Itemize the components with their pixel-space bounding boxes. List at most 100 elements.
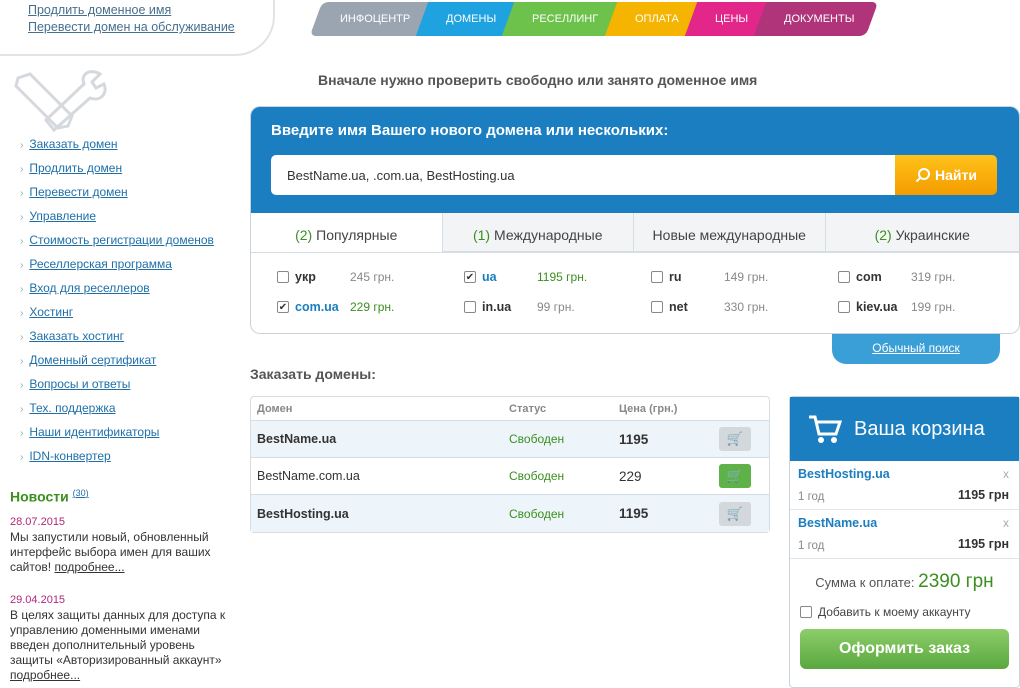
- zone-option[interactable]: net 330 грн.: [651, 300, 768, 314]
- checkbox-checked-icon[interactable]: ✔: [277, 301, 289, 313]
- sidebar-item-transfer-domain[interactable]: Перевести домен: [29, 185, 127, 199]
- news-count[interactable]: 30: [76, 488, 86, 498]
- zone-option[interactable]: kiev.ua 199 грн.: [838, 300, 955, 314]
- add-to-cart-button[interactable]: 🛒: [719, 427, 751, 451]
- zone-name: ua: [482, 270, 497, 284]
- sidebar-item-order-domain[interactable]: Заказать домен: [29, 137, 117, 151]
- row-status: Свободен: [509, 432, 565, 446]
- simple-search-link[interactable]: Обычный поиск: [872, 341, 960, 355]
- sidebar-item-registration-cost[interactable]: Стоимость регистрации доменов: [29, 233, 214, 247]
- row-status: Свободен: [509, 506, 565, 521]
- sidebar-item[interactable]: › Заказать хостинг: [20, 326, 214, 350]
- chevron-right-icon: ›: [20, 212, 24, 223]
- remove-item-button[interactable]: x: [1003, 516, 1009, 530]
- tab-count: (1): [472, 227, 491, 243]
- cart-icon: [809, 415, 842, 443]
- zone-tabs: (2) Популярные (1) Международные Новые м…: [251, 213, 1019, 253]
- transfer-domain-link[interactable]: Перевести домен на обслуживание: [28, 19, 235, 36]
- news-more-link[interactable]: подробнее...: [10, 668, 80, 682]
- sidebar-item[interactable]: › Продлить домен: [20, 158, 214, 182]
- checkbox-icon[interactable]: [838, 271, 850, 283]
- order-title: Заказать домены:: [250, 366, 376, 382]
- zone-option[interactable]: ✔ com.ua 229 грн.: [277, 300, 394, 314]
- cart-item: BestHosting.ua x 1 год 1195 грн: [790, 461, 1019, 510]
- sidebar-item-support[interactable]: Тех. поддержка: [29, 401, 115, 415]
- sidebar-item[interactable]: › Вопросы и ответы: [20, 374, 214, 398]
- checkbox-checked-icon[interactable]: ✔: [464, 271, 476, 283]
- zone-price: 229 грн.: [350, 300, 395, 314]
- tab-label: Украинские: [895, 227, 970, 243]
- sidebar-item-reseller-program[interactable]: Реселлерская программа: [29, 257, 172, 271]
- zone-price: 330 грн.: [724, 300, 769, 314]
- zone-option[interactable]: ✔ ua 1195 грн.: [464, 270, 587, 284]
- news-more-link[interactable]: подробнее...: [54, 560, 124, 574]
- cart-item-domain[interactable]: BestName.ua: [798, 516, 1011, 530]
- top-links: Продлить доменное имя Перевести домен на…: [28, 2, 235, 36]
- tab-international[interactable]: (1) Международные: [442, 213, 634, 252]
- sidebar-item[interactable]: › Наши идентификаторы: [20, 422, 214, 446]
- chevron-right-icon: ›: [20, 428, 24, 439]
- news-title-text: Новости: [10, 488, 69, 505]
- cart-item-price: 1195 грн: [958, 537, 1009, 551]
- sidebar-item[interactable]: › Заказать домен: [20, 134, 214, 158]
- chevron-right-icon: ›: [20, 140, 24, 151]
- sidebar-item[interactable]: › Доменный сертификат: [20, 350, 214, 374]
- sidebar-item-renew-domain[interactable]: Продлить домен: [29, 161, 122, 175]
- zone-name: in.ua: [482, 300, 512, 314]
- tab-new-international[interactable]: Новые международные: [634, 213, 826, 252]
- nav-tab-infocenter[interactable]: ИНФОЦЕНТР: [309, 2, 435, 36]
- sidebar-item-hosting[interactable]: Хостинг: [29, 305, 73, 319]
- checkbox-icon[interactable]: [464, 301, 476, 313]
- renew-domain-link[interactable]: Продлить доменное имя: [28, 2, 235, 19]
- zone-option[interactable]: укр 245 грн.: [277, 270, 394, 284]
- zone-name: com.ua: [295, 300, 339, 314]
- zone-name: com: [856, 270, 882, 284]
- tab-ukrainian[interactable]: (2) Украинские: [825, 213, 1019, 252]
- sidebar-item-domain-certificate[interactable]: Доменный сертификат: [29, 353, 156, 367]
- remove-item-button[interactable]: x: [1003, 467, 1009, 481]
- sidebar-item[interactable]: › IDN-конвертер: [20, 446, 214, 470]
- sidebar-item-reseller-login[interactable]: Вход для реселлеров: [29, 281, 149, 295]
- sidebar-item[interactable]: › Перевести домен: [20, 182, 214, 206]
- news-text: В целях защиты данных для доступа к упра…: [10, 608, 226, 667]
- row-price: 1195: [619, 431, 649, 447]
- add-to-account-checkbox[interactable]: [800, 606, 812, 618]
- domain-search-input[interactable]: [271, 155, 895, 195]
- sidebar-item[interactable]: › Хостинг: [20, 302, 214, 326]
- zone-option[interactable]: in.ua 99 грн.: [464, 300, 575, 314]
- news-date: 28.07.2015: [10, 516, 66, 528]
- checkbox-icon[interactable]: [651, 271, 663, 283]
- checkbox-icon[interactable]: [277, 271, 289, 283]
- sidebar-item[interactable]: › Стоимость регистрации доменов: [20, 230, 214, 254]
- tab-popular[interactable]: (2) Популярные: [251, 213, 443, 252]
- sidebar-item-faq[interactable]: Вопросы и ответы: [29, 377, 130, 391]
- checkbox-icon[interactable]: [651, 301, 663, 313]
- sidebar-item[interactable]: › Реселлерская программа: [20, 254, 214, 278]
- zone-option[interactable]: com 319 грн.: [838, 270, 955, 284]
- cart-item-domain[interactable]: BestHosting.ua: [798, 467, 1011, 481]
- add-to-cart-button[interactable]: 🛒: [719, 501, 751, 526]
- cart-icon: 🛒: [726, 431, 744, 446]
- checkbox-icon[interactable]: [838, 301, 850, 313]
- sidebar-item[interactable]: › Вход для реселлеров: [20, 278, 214, 302]
- sidebar-item-order-hosting[interactable]: Заказать хостинг: [29, 329, 124, 343]
- chevron-right-icon: ›: [20, 452, 24, 463]
- sidebar-item[interactable]: › Управление: [20, 206, 214, 230]
- zone-option[interactable]: ru 149 грн.: [651, 270, 768, 284]
- simple-search-tab[interactable]: Обычный поиск: [832, 334, 1000, 364]
- nav-tab-reselling[interactable]: РЕСЕЛЛИНГ: [502, 2, 623, 36]
- sidebar-item-idn-converter[interactable]: IDN-конвертер: [29, 449, 110, 463]
- main-nav: ИНФОЦЕНТР ДОМЕНЫ РЕСЕЛЛИНГ ОПЛАТА ЦЕНЫ Д…: [309, 2, 879, 36]
- cart-total-label: Сумма к оплате:: [815, 575, 915, 590]
- chevron-right-icon: ›: [20, 404, 24, 415]
- nav-tab-documents[interactable]: ДОКУМЕНТЫ: [753, 2, 879, 36]
- order-table: Домен Статус Цена (грн.) BestName.ua Сво…: [250, 396, 770, 533]
- sidebar-item-identifiers[interactable]: Наши идентификаторы: [29, 425, 159, 439]
- checkout-button[interactable]: Оформить заказ: [800, 629, 1009, 669]
- sidebar-item[interactable]: › Тех. поддержка: [20, 398, 214, 422]
- add-to-account-row[interactable]: Добавить к моему аккаунту: [790, 605, 1019, 619]
- cart-icon: 🛒: [726, 468, 744, 483]
- sidebar-item-management[interactable]: Управление: [29, 209, 96, 223]
- add-to-cart-button[interactable]: 🛒: [719, 464, 751, 488]
- search-button[interactable]: Найти: [895, 155, 997, 195]
